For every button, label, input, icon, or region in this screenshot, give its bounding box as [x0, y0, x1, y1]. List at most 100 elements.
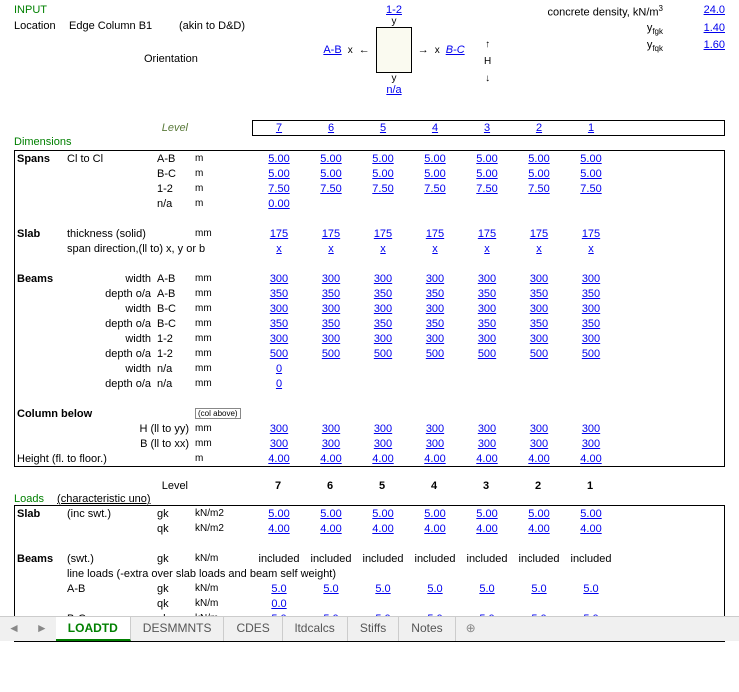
cell-value[interactable]: 350 [461, 318, 513, 330]
cell-value[interactable]: 5.00 [409, 508, 461, 520]
sheet-tab[interactable]: LOADTD [56, 617, 131, 641]
cell-value[interactable]: x [253, 243, 305, 255]
cell-value[interactable]: 300 [357, 303, 409, 315]
cell-value[interactable]: 175 [357, 228, 409, 240]
cell-value[interactable]: 5.0 [357, 583, 409, 595]
yfqk-value[interactable]: 1.60 [673, 39, 725, 53]
cell-value[interactable]: 5.00 [253, 508, 305, 520]
cell-value[interactable]: 300 [253, 273, 305, 285]
cell-value[interactable]: 175 [461, 228, 513, 240]
cell-value[interactable]: 300 [305, 333, 357, 345]
cell-value[interactable]: 4.00 [305, 453, 357, 465]
cell-value[interactable]: 350 [305, 288, 357, 300]
cell-value[interactable]: 5.00 [513, 168, 565, 180]
cell-value[interactable]: 0.00 [253, 198, 305, 210]
cell-value[interactable]: 300 [305, 273, 357, 285]
cell-value[interactable]: 7.50 [409, 183, 461, 195]
cell-value[interactable]: 5.00 [409, 153, 461, 165]
cell-value[interactable]: 350 [357, 318, 409, 330]
cell-value[interactable]: 350 [461, 288, 513, 300]
cell-value[interactable]: 500 [253, 348, 305, 360]
sheet-tab[interactable]: Notes [399, 617, 455, 641]
cell-value[interactable]: 4.00 [409, 453, 461, 465]
cell-value[interactable]: x [565, 243, 617, 255]
cell-value[interactable]: 300 [565, 438, 617, 450]
cell-value[interactable]: 300 [253, 333, 305, 345]
cell-value[interactable]: 300 [409, 303, 461, 315]
cell-value[interactable]: 300 [461, 333, 513, 345]
cell-value[interactable]: 350 [565, 288, 617, 300]
cell-value[interactable]: x [357, 243, 409, 255]
level-cell[interactable]: 6 [305, 121, 357, 135]
cell-value[interactable]: 300 [565, 333, 617, 345]
cell-value[interactable]: 7.50 [461, 183, 513, 195]
density-value[interactable]: 24.0 [673, 4, 725, 19]
cell-value[interactable]: 500 [409, 348, 461, 360]
cell-value[interactable]: 300 [461, 303, 513, 315]
cell-value[interactable]: 5.0 [461, 583, 513, 595]
cell-value[interactable]: 300 [253, 303, 305, 315]
cell-value[interactable]: 4.00 [409, 523, 461, 535]
cell-value[interactable]: 5.0 [565, 583, 617, 595]
cell-value[interactable]: 300 [409, 333, 461, 345]
level-cell[interactable]: 7 [253, 121, 305, 135]
sheet-tab[interactable]: CDES [224, 617, 282, 641]
cell-value[interactable]: 5.00 [305, 153, 357, 165]
cell-value[interactable]: 300 [565, 423, 617, 435]
cell-value[interactable]: 5.00 [357, 508, 409, 520]
cell-value[interactable]: 350 [409, 288, 461, 300]
cell-value[interactable]: 5.0 [253, 583, 305, 595]
cell-value[interactable]: 500 [357, 348, 409, 360]
cell-value[interactable]: 300 [253, 423, 305, 435]
cell-value[interactable]: 350 [513, 318, 565, 330]
cell-value[interactable]: 175 [305, 228, 357, 240]
cell-value[interactable]: 7.50 [357, 183, 409, 195]
cell-value[interactable]: 350 [409, 318, 461, 330]
cell-value[interactable]: 5.00 [513, 153, 565, 165]
cell-value[interactable]: 500 [513, 348, 565, 360]
cell-value[interactable]: 4.00 [253, 523, 305, 535]
cell-value[interactable]: 300 [357, 273, 409, 285]
level-cell[interactable]: 1 [565, 121, 617, 135]
level-cell[interactable]: 3 [461, 121, 513, 135]
cell-value[interactable]: x [305, 243, 357, 255]
add-sheet[interactable]: ⊕ [456, 617, 486, 641]
cell-value[interactable]: 300 [305, 303, 357, 315]
cell-value[interactable]: 300 [461, 423, 513, 435]
cell-value[interactable]: 7.50 [253, 183, 305, 195]
cell-value[interactable]: 300 [357, 333, 409, 345]
cell-value[interactable]: 5.00 [565, 153, 617, 165]
tab-prev[interactable]: ◄ [0, 617, 28, 641]
cell-value[interactable]: 4.00 [305, 523, 357, 535]
cell-value[interactable]: 4.00 [357, 453, 409, 465]
cell-value[interactable]: 5.0 [305, 583, 357, 595]
level-cell[interactable]: 2 [513, 121, 565, 135]
cell-value[interactable]: 5.00 [357, 168, 409, 180]
cell-value[interactable]: 300 [357, 438, 409, 450]
cell-value[interactable]: 5.00 [565, 168, 617, 180]
cell-value[interactable]: 0 [253, 363, 305, 375]
cell-value[interactable]: 5.00 [461, 153, 513, 165]
cell-value[interactable]: 300 [305, 438, 357, 450]
cell-value[interactable]: 300 [357, 423, 409, 435]
level-cell[interactable]: 5 [357, 121, 409, 135]
cell-value[interactable]: 500 [461, 348, 513, 360]
cell-value[interactable]: 5.0 [409, 583, 461, 595]
cell-value[interactable]: 300 [565, 303, 617, 315]
cell-value[interactable]: 5.00 [253, 168, 305, 180]
cell-value[interactable]: 500 [565, 348, 617, 360]
cell-value[interactable]: 300 [513, 438, 565, 450]
cell-value[interactable]: 4.00 [461, 453, 513, 465]
cell-value[interactable]: 350 [513, 288, 565, 300]
cell-value[interactable]: 300 [461, 438, 513, 450]
cell-value[interactable]: x [461, 243, 513, 255]
cell-value[interactable]: 5.00 [409, 168, 461, 180]
cell-value[interactable]: x [513, 243, 565, 255]
cell-value[interactable]: 4.00 [565, 523, 617, 535]
tab-next[interactable]: ► [28, 617, 56, 641]
cell-value[interactable]: 4.00 [357, 523, 409, 535]
cell-value[interactable]: 300 [513, 423, 565, 435]
cell-value[interactable]: 5.00 [461, 168, 513, 180]
cell-value[interactable]: 350 [565, 318, 617, 330]
cell-value[interactable]: 5.00 [461, 508, 513, 520]
